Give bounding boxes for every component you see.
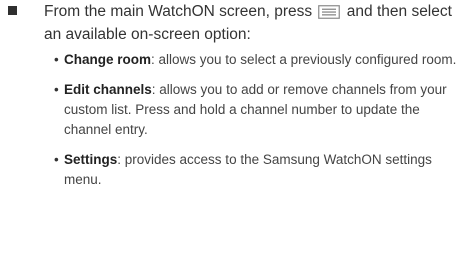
- bullet-dot-icon: •: [54, 82, 59, 97]
- option-settings: • Settings: provides access to the Samsu…: [54, 150, 459, 190]
- bullet-dot-icon: •: [54, 152, 59, 167]
- option-change-room: • Change room: allows you to select a pr…: [54, 50, 459, 70]
- square-bullet-icon: [8, 6, 17, 15]
- option-label: Change room: [64, 52, 152, 67]
- menu-key-icon: [318, 5, 341, 19]
- document-page: From the main WatchON screen, press and …: [0, 0, 465, 262]
- option-label: Settings: [64, 152, 118, 167]
- option-description: : provides access to the Samsung WatchON…: [64, 152, 432, 187]
- option-description: : allows you to select a previously conf…: [151, 52, 457, 67]
- option-list: • Change room: allows you to select a pr…: [54, 50, 459, 200]
- option-edit-channels: • Edit channels: allows you to add or re…: [54, 80, 459, 140]
- bullet-dot-icon: •: [54, 52, 59, 67]
- option-label: Edit channels: [64, 82, 152, 97]
- instruction-text-start: From the main WatchON screen, press: [44, 3, 313, 20]
- main-instruction: From the main WatchON screen, press and …: [44, 0, 459, 46]
